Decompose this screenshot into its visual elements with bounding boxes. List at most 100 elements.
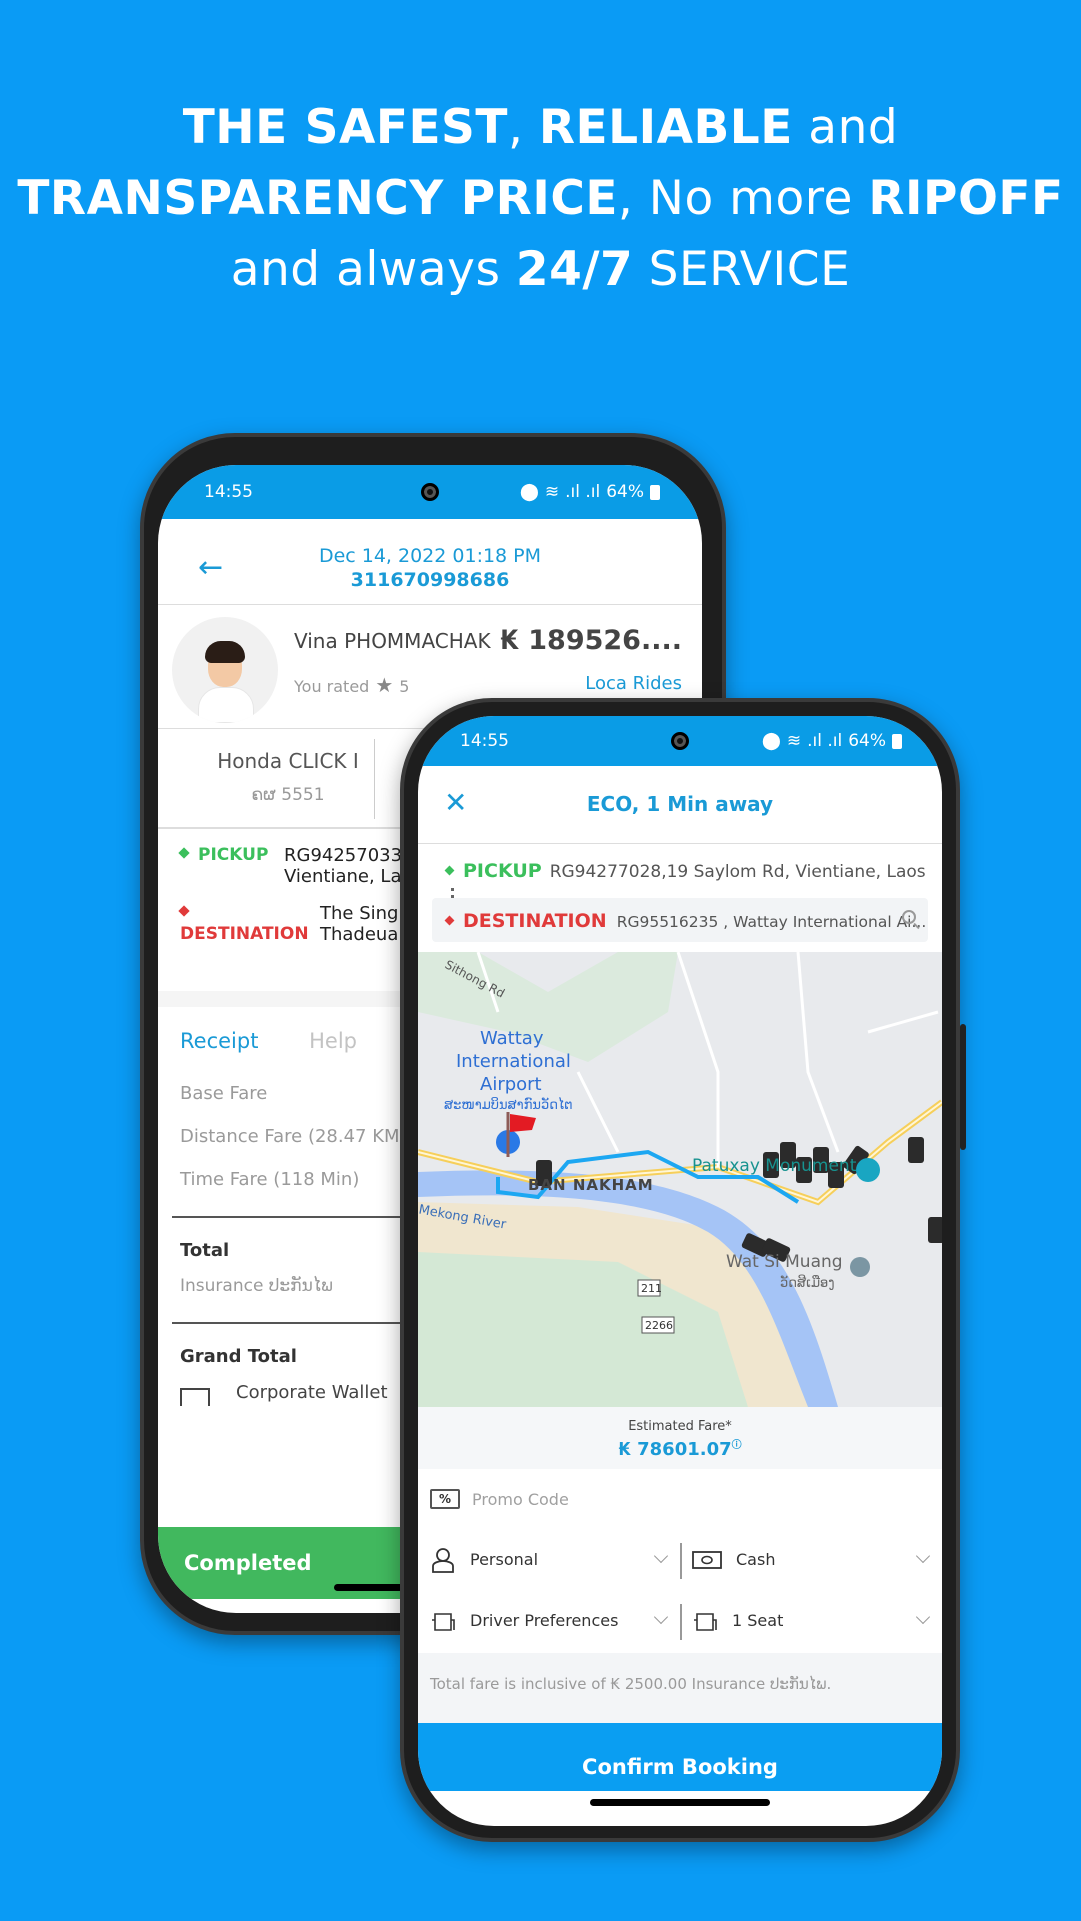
camera-icon bbox=[421, 483, 439, 501]
eta-title: ECO, 1 Min away bbox=[586, 792, 774, 816]
home-indicator[interactable] bbox=[590, 1799, 770, 1806]
close-icon[interactable]: ✕ bbox=[444, 786, 467, 819]
headline-segment: 24/7 bbox=[515, 242, 634, 297]
destination-diamond-icon bbox=[178, 905, 190, 917]
route-inputs: PICKUP RG94277028,19 Saylom Rd, Vientiane… bbox=[418, 844, 942, 952]
seat-icon bbox=[432, 1612, 455, 1631]
status-time: 14:55 bbox=[204, 482, 253, 502]
pickup-label: PICKUP bbox=[463, 860, 542, 882]
destination-field[interactable]: DESTINATION RG95516235 , Wattay Internati… bbox=[432, 898, 928, 942]
pickup-field[interactable]: PICKUP RG94277028,19 Saylom Rd, Vientiane… bbox=[444, 860, 926, 882]
destination-address-line2: Thadeua bbox=[320, 924, 399, 945]
phone-booking: 14:55 ⬤ ≋ .ıl .ıl 64% ✕ ECO, 1 Min away … bbox=[400, 698, 966, 1842]
promo-code-field[interactable]: % Promo Code bbox=[418, 1469, 942, 1529]
trip-date: Dec 14, 2022 01:18 PM bbox=[318, 545, 542, 567]
chevron-down-icon bbox=[653, 1609, 669, 1625]
headline-segment: SERVICE bbox=[633, 242, 851, 297]
trip-fare: ₭ 189526.... bbox=[500, 625, 682, 656]
pickup-diamond-icon bbox=[444, 865, 455, 875]
headline-line-2: TRANSPARENCY PRICE, No more RIPOFF bbox=[0, 163, 1081, 234]
headline: THE SAFEST, RELIABLE and TRANSPARENCY PR… bbox=[0, 92, 1081, 305]
driver-preferences-select[interactable]: Driver Preferences bbox=[418, 1590, 680, 1651]
vehicle-plate: ຄຜ 5551 bbox=[251, 785, 325, 805]
estimated-fare: Estimated Fare* ₭ 78601.07ⓘ bbox=[418, 1407, 942, 1469]
promo-icon: % bbox=[430, 1489, 460, 1509]
wallet-icon bbox=[180, 1388, 210, 1406]
tab-receipt[interactable]: Receipt bbox=[180, 1029, 258, 1053]
estimated-fare-value: ₭ 78601.07 bbox=[618, 1439, 732, 1460]
seats-select[interactable]: 1 Seat bbox=[680, 1590, 942, 1651]
options-row-2: Driver Preferences 1 Seat bbox=[418, 1590, 942, 1651]
pickup-label: PICKUP bbox=[198, 845, 269, 865]
map-label-airport: Wattay bbox=[480, 1028, 544, 1049]
trip-id: 311670998686 bbox=[350, 569, 510, 591]
side-button bbox=[960, 1024, 966, 1150]
wifi-icon: ≋ bbox=[786, 731, 802, 751]
status-icons: ⬤ ≋ .ıl .ıl 64% bbox=[520, 482, 660, 502]
headline-segment: RELIABLE bbox=[538, 100, 793, 155]
battery-icon bbox=[650, 484, 660, 500]
battery-level: 64% bbox=[606, 482, 644, 502]
destination-diamond-icon bbox=[444, 915, 455, 925]
camera-icon bbox=[671, 732, 689, 750]
headline-segment: , bbox=[507, 100, 539, 155]
location-icon: ⬤ bbox=[761, 731, 781, 751]
status-bar: 14:55 ⬤ ≋ .ıl .ıl 64% bbox=[158, 465, 702, 519]
pickup-address-line1: RG94257033 bbox=[284, 845, 403, 866]
destination-address: RG95516235 , Wattay International Ai... bbox=[616, 913, 927, 931]
battery-icon bbox=[892, 733, 902, 749]
driver-rating: You rated ★ 5 bbox=[294, 673, 409, 697]
headline-segment: RIPOFF bbox=[868, 171, 1064, 226]
pickup-address-line2: Vientiane, La bbox=[284, 866, 402, 887]
destination-label: DESTINATION bbox=[180, 924, 309, 944]
map-view[interactable]: Sithong Rd Wattay International Airport … bbox=[418, 952, 942, 1407]
headline-segment: THE SAFEST bbox=[182, 100, 508, 155]
estimated-fare-label: Estimated Fare* bbox=[628, 1419, 732, 1434]
promo-placeholder: Promo Code bbox=[472, 1489, 569, 1509]
driver-name: Vina PHOMMACHAK bbox=[294, 629, 491, 653]
map-label-temple-lao: ວັດສີເມືອງ bbox=[780, 1276, 835, 1291]
wifi-icon: ≋ bbox=[544, 482, 560, 502]
insurance-note: Total fare is inclusive of ₭ 2500.00 Ins… bbox=[418, 1653, 942, 1723]
seats-value: 1 Seat bbox=[732, 1611, 784, 1630]
confirm-booking-button[interactable]: Confirm Booking bbox=[418, 1723, 942, 1791]
headline-segment: and bbox=[792, 100, 899, 155]
options-row-1: Personal Cash bbox=[418, 1529, 942, 1590]
payment-select[interactable]: Cash bbox=[680, 1529, 942, 1590]
rated-label: You rated bbox=[294, 677, 370, 696]
headline-line-3: and always 24/7 SERVICE bbox=[0, 234, 1081, 305]
headline-segment: TRANSPARENCY PRICE bbox=[17, 171, 618, 226]
seat-icon bbox=[694, 1612, 717, 1631]
info-icon[interactable]: ⓘ bbox=[732, 1440, 742, 1451]
signal-icon: .ıl .ıl bbox=[565, 482, 601, 502]
location-icon: ⬤ bbox=[519, 482, 539, 502]
map-label-airport-lao: ສະໜາມບິນສາກົນວັດໄຕ bbox=[444, 1098, 573, 1113]
map-label-airport: Airport bbox=[480, 1074, 542, 1095]
rating-value: 5 bbox=[399, 677, 410, 696]
search-icon[interactable] bbox=[902, 910, 916, 924]
pickup-diamond-icon bbox=[178, 847, 190, 859]
trip-status: Completed bbox=[184, 1551, 312, 1575]
chevron-down-icon bbox=[653, 1548, 669, 1564]
payment-method-label: Corporate Wallet bbox=[236, 1382, 388, 1403]
map-label-airport: International bbox=[456, 1051, 571, 1072]
tab-help[interactable]: Help bbox=[309, 1029, 357, 1053]
driver-avatar bbox=[172, 617, 278, 723]
headline-segment: and always bbox=[230, 242, 516, 297]
vehicle-model: Honda CLICK I bbox=[217, 749, 359, 773]
headline-segment: , No more bbox=[617, 171, 869, 226]
booking-header: ✕ ECO, 1 Min away bbox=[418, 766, 942, 844]
status-time: 14:55 bbox=[460, 731, 509, 751]
profile-select[interactable]: Personal bbox=[418, 1529, 680, 1590]
map-label-district: BAN NAKHAM bbox=[528, 1176, 654, 1194]
star-icon: ★ bbox=[375, 673, 394, 697]
map-route-shield: 211 bbox=[641, 1282, 662, 1295]
cash-icon bbox=[692, 1550, 722, 1569]
back-arrow-icon[interactable]: ← bbox=[198, 553, 223, 583]
headline-line-1: THE SAFEST, RELIABLE and bbox=[0, 92, 1081, 163]
status-icons: ⬤ ≋ .ıl .ıl 64% bbox=[762, 731, 902, 751]
trip-header: ← Dec 14, 2022 01:18 PM 311670998686 bbox=[158, 519, 702, 605]
driver-preferences-value: Driver Preferences bbox=[470, 1611, 619, 1630]
map-label-monument: Patuxay Monument bbox=[692, 1156, 857, 1176]
profile-value: Personal bbox=[470, 1550, 539, 1569]
